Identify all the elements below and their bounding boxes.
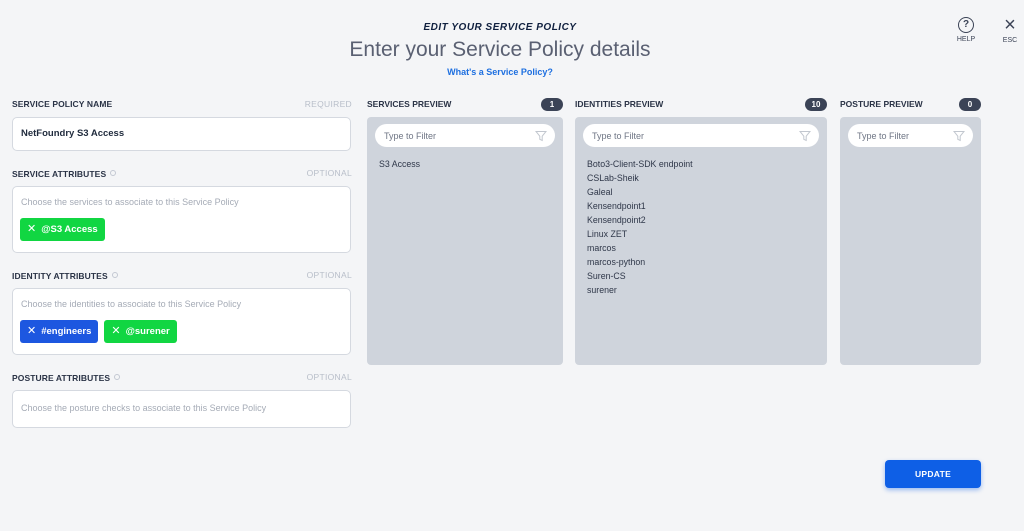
identity-attribute-chips: ✕ #engineers ✕ @surener bbox=[20, 320, 343, 343]
x-icon[interactable]: ✕ bbox=[27, 326, 36, 337]
x-icon[interactable]: ✕ bbox=[111, 326, 120, 337]
list-item: Boto3-Client-SDK endpoint bbox=[587, 159, 693, 169]
list-item: CSLab-Sheik bbox=[587, 173, 639, 183]
services-preview: SERVICES PREVIEW 1 Type to Filter S3 Acc… bbox=[367, 97, 563, 365]
chip-label: @surener bbox=[125, 326, 170, 337]
service-attribute-chips: ✕ @S3 Access bbox=[20, 218, 343, 241]
esc-label: ESC bbox=[1002, 37, 1018, 44]
optional-tag: OPTIONAL bbox=[306, 168, 352, 178]
posture-preview: POSTURE PREVIEW 0 Type to Filter bbox=[840, 97, 981, 365]
help-circle-icon: ? bbox=[958, 17, 974, 33]
posture-attributes-input[interactable]: Choose the posture checks to associate t… bbox=[12, 390, 351, 428]
identity-attributes-label: IDENTITY ATTRIBUTES bbox=[12, 271, 108, 281]
attribute-chip[interactable]: ✕ @S3 Access bbox=[20, 218, 105, 241]
funnel-icon bbox=[799, 130, 811, 141]
chip-label: #engineers bbox=[41, 326, 92, 337]
whats-a-service-policy-link[interactable]: What's a Service Policy? bbox=[447, 67, 553, 77]
list-item: Suren-CS bbox=[587, 271, 626, 281]
info-icon bbox=[114, 374, 121, 380]
optional-tag: OPTIONAL bbox=[306, 270, 352, 280]
list-item: surener bbox=[587, 285, 617, 295]
page-kicker: EDIT YOUR SERVICE POLICY bbox=[423, 22, 577, 33]
optional-tag: OPTIONAL bbox=[306, 372, 352, 382]
list-item: S3 Access bbox=[379, 159, 421, 169]
services-filter-input[interactable]: Type to Filter bbox=[375, 124, 555, 147]
attribute-chip[interactable]: ✕ #engineers bbox=[20, 320, 99, 343]
help-button[interactable]: ? HELP bbox=[954, 17, 978, 43]
page-header: EDIT YOUR SERVICE POLICY Enter your Serv… bbox=[0, 20, 1000, 80]
identity-attributes-input[interactable]: Choose the identities to associate to th… bbox=[12, 288, 351, 355]
filter-placeholder: Type to Filter bbox=[384, 130, 437, 141]
list-item: marcos bbox=[587, 243, 616, 253]
info-icon bbox=[111, 272, 118, 278]
services-preview-title: SERVICES PREVIEW bbox=[367, 99, 452, 109]
page-title: Enter your Service Policy details bbox=[349, 38, 651, 61]
x-icon[interactable]: ✕ bbox=[27, 224, 36, 235]
filter-placeholder: Type to Filter bbox=[592, 130, 645, 141]
posture-preview-panel: Type to Filter bbox=[840, 117, 981, 365]
services-count-badge: 1 bbox=[541, 97, 563, 111]
list-item: Linux ZET bbox=[587, 229, 628, 239]
info-icon bbox=[110, 170, 117, 176]
list-item: Kensendpoint2 bbox=[587, 215, 646, 225]
service-policy-name-input[interactable]: NetFoundry S3 Access bbox=[12, 117, 351, 151]
name-label: SERVICE POLICY NAME bbox=[12, 99, 113, 109]
funnel-icon bbox=[953, 130, 965, 141]
identity-attributes-placeholder: Choose the identities to associate to th… bbox=[21, 299, 242, 309]
identities-preview-title: IDENTITIES PREVIEW bbox=[575, 99, 664, 109]
posture-count-badge: 0 bbox=[959, 97, 981, 111]
posture-filter-input[interactable]: Type to Filter bbox=[848, 124, 973, 147]
required-tag: REQUIRED bbox=[304, 99, 352, 109]
identities-preview: IDENTITIES PREVIEW 10 Type to Filter Bot… bbox=[575, 97, 827, 365]
attribute-chip[interactable]: ✕ @surener bbox=[104, 320, 177, 343]
list-item: Kensendpoint1 bbox=[587, 201, 646, 211]
identities-preview-panel: Type to Filter Boto3-Client-SDK endpoint… bbox=[575, 117, 827, 365]
service-attributes-header: SERVICE ATTRIBUTES OPTIONAL bbox=[12, 167, 352, 179]
close-icon: × bbox=[1004, 14, 1016, 36]
services-preview-panel: Type to Filter S3 Access bbox=[367, 117, 563, 365]
help-label: HELP bbox=[956, 36, 976, 43]
posture-attributes-label: POSTURE ATTRIBUTES bbox=[12, 373, 111, 383]
filter-placeholder: Type to Filter bbox=[857, 130, 910, 141]
service-attributes-label: SERVICE ATTRIBUTES bbox=[12, 169, 107, 179]
list-item: Galeal bbox=[587, 187, 613, 197]
service-attributes-placeholder: Choose the services to associate to this… bbox=[21, 197, 239, 207]
identities-filter-input[interactable]: Type to Filter bbox=[583, 124, 819, 147]
identities-count-badge: 10 bbox=[805, 97, 827, 111]
posture-preview-title: POSTURE PREVIEW bbox=[840, 99, 923, 109]
update-button[interactable]: UPDATE bbox=[885, 460, 981, 488]
chip-label: @S3 Access bbox=[41, 224, 98, 235]
list-item: marcos-python bbox=[587, 257, 646, 267]
policy-form: SERVICE POLICY NAME REQUIRED NetFoundry … bbox=[12, 98, 352, 428]
services-list: S3 Access bbox=[375, 157, 555, 171]
posture-attributes-header: POSTURE ATTRIBUTES OPTIONAL bbox=[12, 371, 352, 383]
posture-attributes-placeholder: Choose the posture checks to associate t… bbox=[21, 403, 267, 413]
esc-button[interactable]: × ESC bbox=[998, 14, 1022, 44]
service-attributes-input[interactable]: Choose the services to associate to this… bbox=[12, 186, 351, 253]
funnel-icon bbox=[535, 130, 547, 141]
identity-attributes-header: IDENTITY ATTRIBUTES OPTIONAL bbox=[12, 269, 352, 281]
identities-list: Boto3-Client-SDK endpoint CSLab-Sheik Ga… bbox=[583, 157, 819, 297]
name-field-header: SERVICE POLICY NAME REQUIRED bbox=[12, 98, 352, 110]
